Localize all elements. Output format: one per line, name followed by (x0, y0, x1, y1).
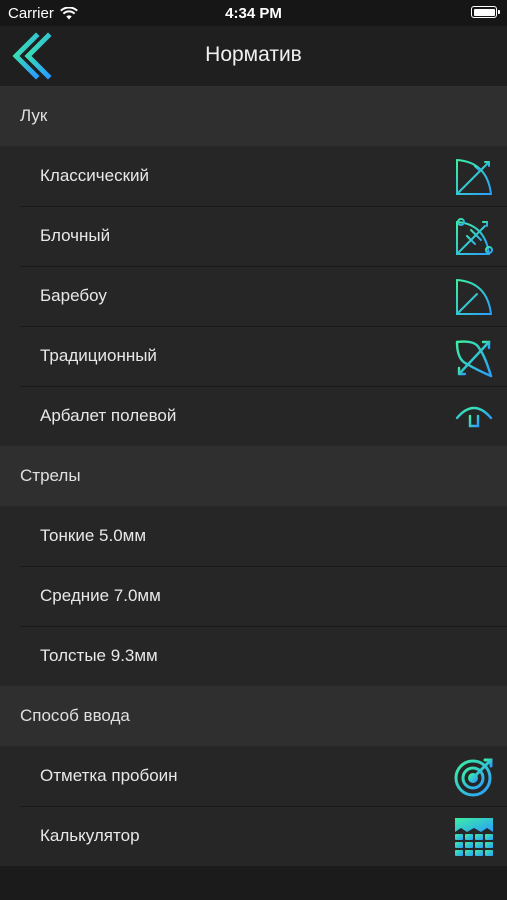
list-item-label: Тонкие 5.0мм (40, 526, 147, 545)
bow-barebow-icon (456, 279, 492, 315)
battery-icon (471, 6, 500, 18)
list-item-hole-marking[interactable]: Отметка пробоин (0, 746, 507, 806)
section-header-bow: Лук (0, 86, 507, 146)
page-title: Норматив (205, 43, 302, 66)
list-item-label: Отметка пробоин (40, 766, 178, 785)
list-item-label: Классический (40, 166, 150, 185)
list-item-label: Калькулятор (40, 826, 140, 845)
bow-compound-icon (456, 218, 493, 255)
list-item-label: Арбалет полевой (40, 406, 177, 425)
crossbow-icon (455, 402, 493, 438)
section-header-arrows: Стрелы (0, 446, 507, 506)
navigation-bar: Норматив (0, 26, 507, 86)
settings-list: Лук Классический Блочный Баребоу Традици… (0, 86, 507, 866)
target-icon (454, 758, 493, 797)
list-item-crossbow[interactable]: Арбалет полевой (0, 386, 507, 446)
list-item-label: Баребоу (40, 286, 107, 305)
list-item-arrow-thick[interactable]: Толстые 9.3мм (0, 626, 507, 686)
section-header-input-method: Способ ввода (0, 686, 507, 746)
list-item-bow-traditional[interactable]: Традиционный (0, 326, 507, 386)
status-bar: Carrier 4:34 PM (0, 0, 507, 26)
list-item-bow-barebow[interactable]: Баребоу (0, 266, 507, 326)
bow-classic-icon (456, 159, 492, 195)
list-item-calculator[interactable]: Калькулятор (0, 806, 507, 866)
bow-traditional-icon (455, 340, 493, 378)
list-item-label: Средние 7.0мм (40, 586, 161, 605)
list-item-bow-classic[interactable]: Классический (0, 146, 507, 206)
list-item-label: Блочный (40, 226, 111, 245)
list-item-arrow-thin[interactable]: Тонкие 5.0мм (0, 506, 507, 566)
calculator-icon (455, 818, 493, 856)
list-item-label: Толстые 9.3мм (40, 646, 158, 665)
list-item-bow-compound[interactable]: Блочный (0, 206, 507, 266)
status-time: 4:34 PM (225, 5, 282, 22)
screen: Carrier 4:34 PM Норматив Лук Классически… (0, 0, 507, 900)
list-item-label: Традиционный (40, 346, 157, 365)
list-item-arrow-medium[interactable]: Средние 7.0мм (0, 566, 507, 626)
